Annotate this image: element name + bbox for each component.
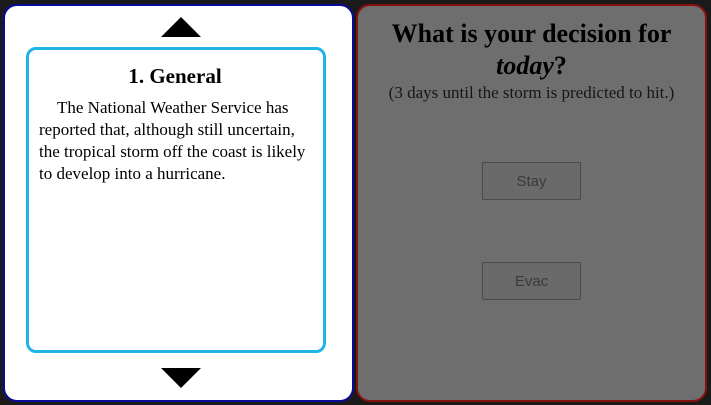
- decision-panel: What is your decision for today? (3 days…: [356, 4, 707, 402]
- question-emphasis: today: [496, 51, 554, 80]
- days-until-storm: (3 days until the storm is predicted to …: [388, 83, 675, 102]
- scroll-down-arrow-icon[interactable]: [161, 368, 201, 388]
- evac-button[interactable]: Evac: [482, 262, 581, 300]
- app-stage: 1. General The National Weather Service …: [0, 0, 711, 405]
- card-body: The National Weather Service has reporte…: [39, 98, 306, 183]
- question-prefix: What is your decision for: [391, 19, 672, 48]
- stay-button[interactable]: Stay: [482, 162, 581, 200]
- card-title: 1. General: [128, 64, 222, 88]
- decision-question: What is your decision for today?: [358, 18, 705, 82]
- info-card: 1. General The National Weather Service …: [26, 47, 326, 353]
- info-panel: 1. General The National Weather Service …: [3, 4, 354, 402]
- scroll-up-arrow-icon[interactable]: [161, 17, 201, 37]
- question-suffix: ?: [553, 51, 567, 80]
